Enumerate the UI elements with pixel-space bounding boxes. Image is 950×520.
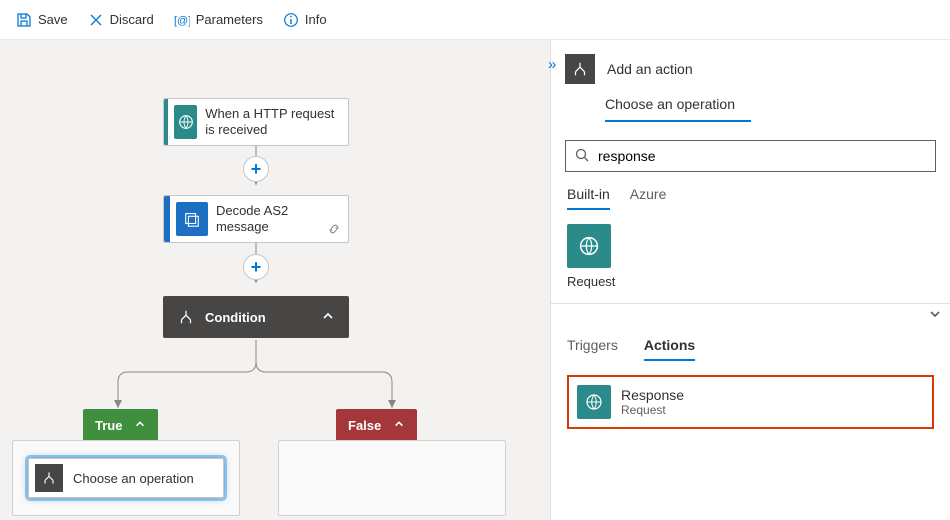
request-connector-label: Request [567, 274, 615, 289]
http-icon [174, 105, 197, 139]
save-label: Save [38, 12, 68, 27]
designer-canvas[interactable]: When a HTTP request is received + Decode… [0, 40, 550, 520]
choose-operation-card[interactable]: Choose an operation [28, 458, 224, 498]
node-accent [164, 99, 168, 145]
parameters-label: Parameters [196, 12, 263, 27]
true-label: True [95, 418, 122, 433]
action-item-title: Response [621, 387, 684, 403]
condition-icon [177, 308, 195, 326]
parameters-icon: [@] [174, 12, 190, 28]
panel-title: Add an action [607, 61, 693, 77]
info-label: Info [305, 12, 327, 27]
true-badge[interactable]: True [83, 409, 158, 441]
info-icon [283, 12, 299, 28]
chevron-up-icon [134, 418, 146, 433]
triggers-actions-tabs: Triggers Actions [551, 327, 950, 361]
node-accent [164, 196, 170, 242]
info-button[interactable]: Info [275, 8, 335, 32]
add-step-button-2[interactable]: + [243, 254, 269, 280]
add-step-button-1[interactable]: + [243, 156, 269, 182]
search-box[interactable] [565, 140, 936, 172]
choose-operation-label: Choose an operation [73, 471, 194, 486]
save-icon [16, 12, 32, 28]
chevron-up-icon [393, 418, 405, 433]
action-panel: » Add an action Choose an operation Buil… [550, 40, 950, 520]
save-button[interactable]: Save [8, 8, 76, 32]
subtab-triggers[interactable]: Triggers [567, 337, 618, 361]
search-icon [574, 147, 590, 166]
false-label: False [348, 418, 381, 433]
false-branch-box[interactable] [278, 440, 506, 516]
panel-subtitle: Choose an operation [551, 88, 950, 112]
flow-icon [35, 464, 63, 492]
condition-label: Condition [205, 310, 266, 325]
search-input[interactable] [598, 148, 927, 164]
link-icon [327, 222, 341, 239]
top-toolbar: Save Discard [@] Parameters Info [0, 0, 950, 40]
chevron-up-icon [321, 309, 335, 326]
discard-icon [88, 12, 104, 28]
flow-icon [565, 54, 595, 84]
decode-icon [176, 202, 208, 236]
connector-request[interactable]: Request [551, 210, 950, 303]
chevron-down-icon [928, 307, 942, 324]
parameters-button[interactable]: [@] Parameters [166, 8, 271, 32]
decode-as2-node[interactable]: Decode AS2 message [163, 195, 349, 243]
connector-scope-tabs: Built-in Azure [551, 172, 950, 210]
condition-node[interactable]: Condition [163, 296, 349, 338]
discard-label: Discard [110, 12, 154, 27]
subtab-actions[interactable]: Actions [644, 337, 695, 361]
false-badge[interactable]: False [336, 409, 417, 441]
action-item-subtitle: Request [621, 403, 684, 417]
subtitle-underline [605, 120, 751, 122]
svg-text:[@]: [@] [174, 15, 190, 27]
response-action-icon [577, 385, 611, 419]
discard-button[interactable]: Discard [80, 8, 162, 32]
expand-row[interactable] [551, 303, 950, 327]
http-trigger-node[interactable]: When a HTTP request is received [163, 98, 349, 146]
request-connector-icon [567, 224, 611, 268]
tab-azure[interactable]: Azure [630, 186, 667, 210]
action-item-response[interactable]: Response Request [567, 375, 934, 429]
tab-builtin[interactable]: Built-in [567, 186, 610, 210]
http-trigger-label: When a HTTP request is received [203, 102, 348, 143]
